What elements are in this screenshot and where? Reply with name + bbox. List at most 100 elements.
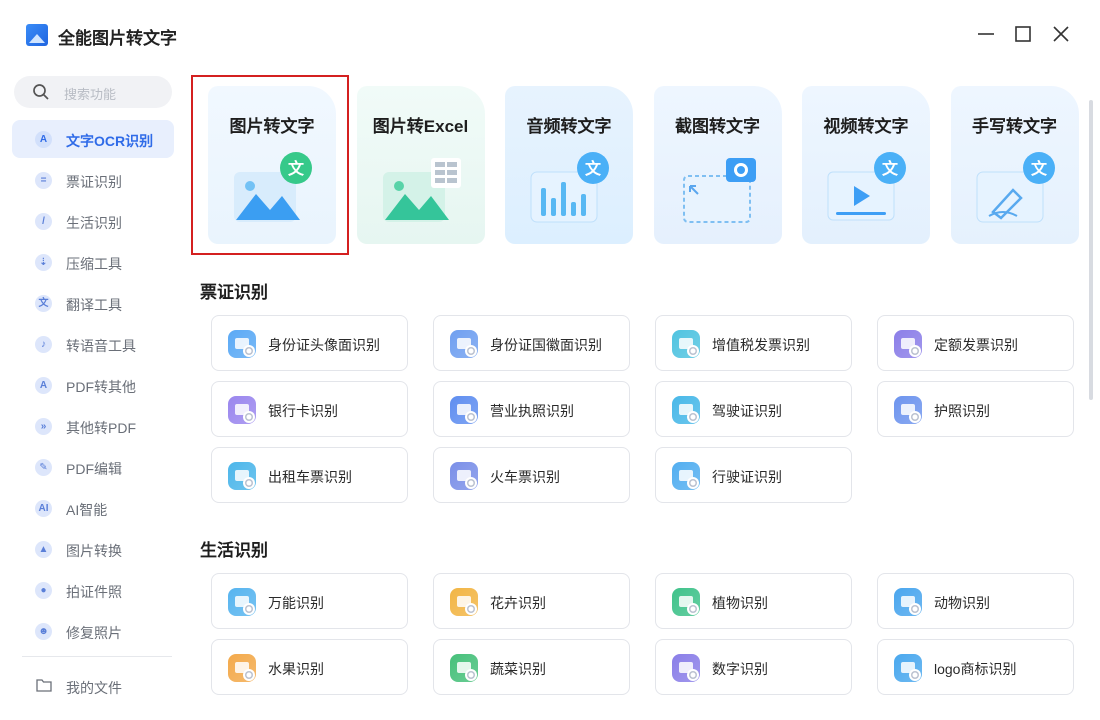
sidebar-item-label: PDF转其他 xyxy=(66,379,136,395)
tool-card-fruit[interactable]: 水果识别 xyxy=(211,639,408,695)
tool-card-flower[interactable]: 花卉识别 xyxy=(433,573,630,629)
sidebar-item-label: 文字OCR识别 xyxy=(66,133,154,149)
my-files-link[interactable]: 我的文件 xyxy=(66,678,122,698)
sidebar-item-life[interactable]: / 生活识别 xyxy=(12,202,174,240)
animal-icon xyxy=(894,588,922,616)
tool-card-bank-card[interactable]: 银行卡识别 xyxy=(211,381,408,437)
sidebar-divider xyxy=(22,656,172,657)
tool-card-number[interactable]: 数字识别 xyxy=(655,639,852,695)
sidebar-item-label: 图片转换 xyxy=(66,543,122,559)
tool-label: 万能识别 xyxy=(268,595,324,611)
compress-icon: ⇣ xyxy=(35,254,52,271)
sidebar-item-label: 压缩工具 xyxy=(66,256,122,272)
tool-card-business-license[interactable]: 营业执照识别 xyxy=(433,381,630,437)
sidebar-item-ticket[interactable]: = 票证识别 xyxy=(12,161,174,199)
sidebar-item-ai[interactable]: AI AI智能 xyxy=(12,489,174,527)
pdf-edit-icon: ✎ xyxy=(35,459,52,476)
feature-card-title: 图片转Excel xyxy=(372,117,469,136)
id-card-front-icon xyxy=(228,330,256,358)
scrollbar[interactable] xyxy=(1089,100,1093,400)
sidebar: 搜索功能 A 文字OCR识别 = 票证识别 / 生活识别 ⇣ 压缩工具文翻译工具 ♪ 转语音工具 A… xyxy=(0,70,185,720)
minimize-icon[interactable] xyxy=(974,22,998,46)
svg-text:文: 文 xyxy=(585,159,602,178)
feature-card-audio-to-text[interactable]: 音频转文字文 xyxy=(505,86,633,244)
feature-card-image-to-excel[interactable]: 图片转Excel xyxy=(356,86,485,244)
tool-label: 行驶证识别 xyxy=(712,469,782,485)
tool-label: 护照识别 xyxy=(934,403,990,419)
logo-trademark-icon xyxy=(894,654,922,682)
repair-photo-icon: ☻ xyxy=(35,623,52,640)
search-input[interactable]: 搜索功能 xyxy=(14,76,172,108)
tool-label: 驾驶证识别 xyxy=(712,403,782,419)
feature-card-handwriting-to-text[interactable]: 手写转文字文 xyxy=(950,86,1079,244)
tool-card-animal[interactable]: 动物识别 xyxy=(877,573,1074,629)
svg-text:文: 文 xyxy=(882,159,899,178)
passport-icon xyxy=(894,396,922,424)
tool-card-train-ticket[interactable]: 火车票识别 xyxy=(433,447,630,503)
tool-card-logo-trademark[interactable]: logo商标识别 xyxy=(877,639,1074,695)
tool-card-taxi-ticket[interactable]: 出租车票识别 xyxy=(211,447,408,503)
maximize-icon[interactable] xyxy=(1011,22,1035,46)
translate-icon: 文 xyxy=(35,295,52,312)
app-logo-icon xyxy=(26,24,48,46)
tool-card-vat-invoice[interactable]: 增值税发票识别 xyxy=(655,315,852,371)
tool-label: 营业执照识别 xyxy=(490,403,574,419)
tool-label: 数字识别 xyxy=(712,661,768,677)
image-to-excel-icon xyxy=(379,150,467,226)
image-convert-icon: ▲ xyxy=(35,541,52,558)
tool-label: logo商标识别 xyxy=(934,661,1017,677)
sidebar-item-image-convert[interactable]: ▲ 图片转换 xyxy=(12,530,174,568)
sidebar-item-label: 票证识别 xyxy=(66,174,122,190)
train-ticket-icon xyxy=(450,462,478,490)
vegetable-icon xyxy=(450,654,478,682)
sidebar-item-pdf-export[interactable]: A PDF转其他 xyxy=(12,366,174,404)
app-title: 全能图片转文字 xyxy=(58,29,177,48)
tool-label: 动物识别 xyxy=(934,595,990,611)
feature-card-video-to-text[interactable]: 视频转文字文 xyxy=(802,86,930,244)
tool-label: 增值税发票识别 xyxy=(712,337,810,353)
tool-label: 火车票识别 xyxy=(490,469,560,485)
audio-to-text-icon: 文 xyxy=(527,150,615,226)
tool-card-passport[interactable]: 护照识别 xyxy=(877,381,1074,437)
ai-icon: AI xyxy=(35,500,52,517)
sidebar-item-compress[interactable]: ⇣ 压缩工具 xyxy=(12,243,174,281)
sidebar-item-pdf-import[interactable]: » 其他转PDF xyxy=(12,407,174,445)
tool-label: 银行卡识别 xyxy=(268,403,338,419)
pdf-import-icon: » xyxy=(35,418,52,435)
sidebar-item-label: AI智能 xyxy=(66,502,108,518)
tool-label: 身份证国徽面识别 xyxy=(490,337,602,353)
tool-label: 身份证头像面识别 xyxy=(268,337,380,353)
tool-label: 植物识别 xyxy=(712,595,768,611)
tool-card-driver-license[interactable]: 驾驶证识别 xyxy=(655,381,852,437)
ticket-icon: = xyxy=(35,172,52,189)
tool-card-vegetable[interactable]: 蔬菜识别 xyxy=(433,639,630,695)
feature-card-title: 手写转文字 xyxy=(972,117,1057,136)
feature-card-screenshot-to-text[interactable]: 截图转文字 xyxy=(653,86,782,244)
id-photo-icon: ● xyxy=(35,582,52,599)
sidebar-item-speech[interactable]: ♪ 转语音工具 xyxy=(12,325,174,363)
vehicle-license-icon xyxy=(672,462,700,490)
tool-card-vehicle-license[interactable]: 行驶证识别 xyxy=(655,447,852,503)
tool-card-id-card-back[interactable]: 身份证国徽面识别 xyxy=(433,315,630,371)
section-title: 生活识别 xyxy=(200,541,268,560)
search-placeholder: 搜索功能 xyxy=(64,87,117,102)
sidebar-item-label: 转语音工具 xyxy=(66,338,136,354)
business-license-icon xyxy=(450,396,478,424)
pdf-export-icon: A xyxy=(35,377,52,394)
universal-icon xyxy=(228,588,256,616)
close-icon[interactable] xyxy=(1049,22,1073,46)
sidebar-item-repair-photo[interactable]: ☻ 修复照片 xyxy=(12,612,174,650)
video-to-text-icon: 文 xyxy=(824,150,912,226)
tool-card-id-card-front[interactable]: 身份证头像面识别 xyxy=(211,315,408,371)
title-bar: 全能图片转文字 xyxy=(0,0,1100,70)
handwriting-to-text-icon: 文 xyxy=(973,150,1061,226)
tool-card-fixed-invoice[interactable]: 定额发票识别 xyxy=(877,315,1074,371)
sidebar-item-pdf-edit[interactable]: ✎ PDF编辑 xyxy=(12,448,174,486)
sidebar-item-id-photo[interactable]: ● 拍证件照 xyxy=(12,571,174,609)
sidebar-item-translate[interactable]: 文翻译工具 xyxy=(12,284,174,322)
sidebar-item-ocr[interactable]: A 文字OCR识别 xyxy=(12,120,174,158)
svg-text:文: 文 xyxy=(1030,159,1047,178)
tool-card-plant[interactable]: 植物识别 xyxy=(655,573,852,629)
tool-card-universal[interactable]: 万能识别 xyxy=(211,573,408,629)
sidebar-item-label: 生活识别 xyxy=(66,215,122,231)
